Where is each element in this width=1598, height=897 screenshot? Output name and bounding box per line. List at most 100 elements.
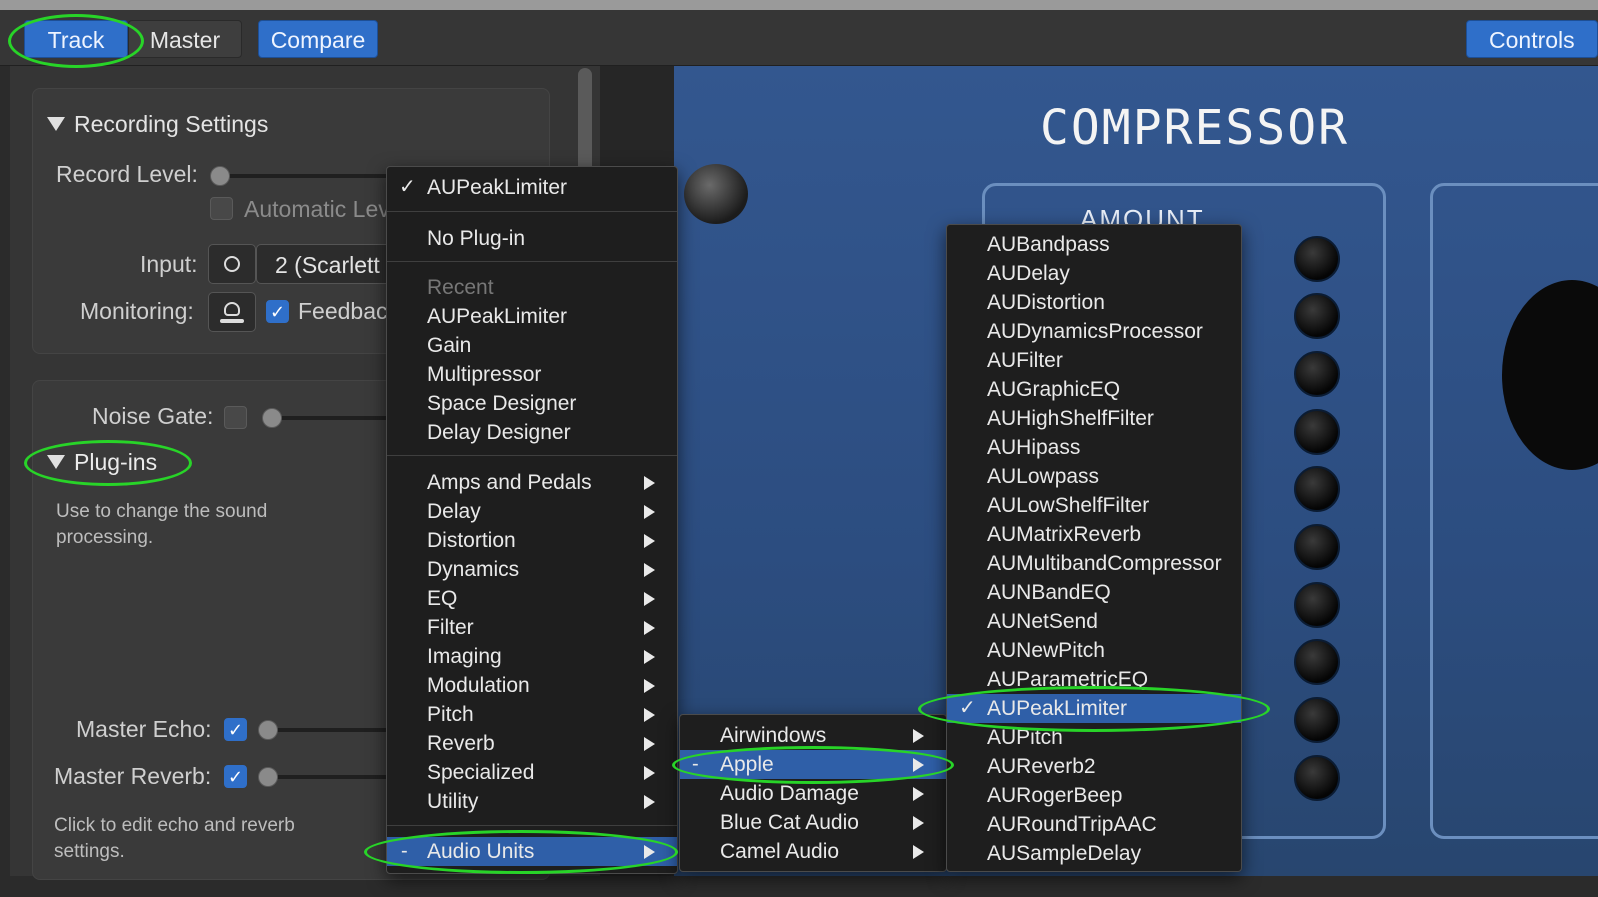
- monitoring-button[interactable]: [208, 292, 256, 332]
- menu-item-plugin[interactable]: AULowShelfFilter: [947, 491, 1241, 520]
- amount-step-10[interactable]: [1294, 755, 1340, 801]
- menu-item-recent[interactable]: Space Designer: [387, 389, 677, 418]
- menu-item-current-plugin[interactable]: ✓ AUPeakLimiter: [387, 173, 677, 202]
- compare-button[interactable]: Compare: [258, 20, 378, 58]
- amount-step-5[interactable]: [1294, 466, 1340, 512]
- menu-item-category[interactable]: Amps and Pedals: [387, 468, 677, 497]
- feedback-label: Feedback: [298, 298, 400, 324]
- master-echo-checkbox[interactable]: ✓: [224, 718, 247, 741]
- disclosure-triangle-icon[interactable]: [47, 117, 65, 131]
- menu-item-plugin[interactable]: AURoundTripAAC: [947, 810, 1241, 839]
- menu-item-category[interactable]: Filter: [387, 613, 677, 642]
- record-level-slider[interactable]: [210, 166, 230, 186]
- submenu-arrow-icon: [644, 534, 655, 548]
- menu-item-plugin[interactable]: AUDelay: [947, 259, 1241, 288]
- echo-help-text: Click to edit echo and reverb settings.: [54, 815, 295, 862]
- checkmark-icon: ✓: [399, 176, 416, 198]
- monitoring-label: Monitoring:: [80, 298, 194, 324]
- menu-item-plugin[interactable]: AUNewPitch: [947, 636, 1241, 665]
- submenu-arrow-icon: [913, 816, 924, 830]
- master-echo-slider[interactable]: [258, 720, 278, 740]
- menu-item-plugin[interactable]: AUHighShelfFilter: [947, 404, 1241, 433]
- menu-item-plugin[interactable]: AUFilter: [947, 346, 1241, 375]
- input-select[interactable]: 2 (Scarlett: [256, 244, 396, 284]
- recent-header: Recent: [427, 276, 494, 299]
- menu-item-plugin[interactable]: AUBandpass: [947, 230, 1241, 259]
- menu-item-plugin[interactable]: AUReverb2: [947, 752, 1241, 781]
- menu-item-recent[interactable]: Gain: [387, 331, 677, 360]
- recording-settings-heading: Recording Settings: [74, 111, 269, 137]
- noise-gate-checkbox[interactable]: [224, 406, 247, 429]
- master-reverb-slider[interactable]: [258, 767, 278, 787]
- menu-item-category[interactable]: Delay: [387, 497, 677, 526]
- menu-item-plugin[interactable]: AUDynamicsProcessor: [947, 317, 1241, 346]
- amount-step-8[interactable]: [1294, 639, 1340, 685]
- amount-step-4[interactable]: [1294, 409, 1340, 455]
- master-echo-track: [268, 728, 390, 732]
- menu-item-category[interactable]: Imaging: [387, 642, 677, 671]
- panel-scrollbar[interactable]: [578, 68, 592, 178]
- amount-step-2[interactable]: [1294, 293, 1340, 339]
- menu-item-plugin[interactable]: AUHipass: [947, 433, 1241, 462]
- screw-icon: [684, 164, 748, 224]
- submenu-arrow-icon: [644, 708, 655, 722]
- menu-item-recent[interactable]: AUPeakLimiter: [387, 302, 677, 331]
- microphone-base-icon: [220, 319, 244, 323]
- record-level-label: Record Level:: [56, 161, 198, 187]
- menu-item-category[interactable]: EQ: [387, 584, 677, 613]
- menu-item-plugin[interactable]: AUSampleDelay: [947, 839, 1241, 868]
- amount-step-1[interactable]: [1294, 236, 1340, 282]
- menu-item-category[interactable]: Dynamics: [387, 555, 677, 584]
- menu-item-category[interactable]: Distortion: [387, 526, 677, 555]
- menu-item-category[interactable]: Utility: [387, 787, 677, 816]
- master-tab[interactable]: Master: [128, 20, 242, 58]
- menu-item-plugin[interactable]: AUMatrixReverb: [947, 520, 1241, 549]
- menu-item-category[interactable]: Specialized: [387, 758, 677, 787]
- automatic-level-checkbox[interactable]: [210, 197, 233, 220]
- menu-item-recent[interactable]: Multipressor: [387, 360, 677, 389]
- microphone-icon: [224, 302, 240, 316]
- menu-item-manufacturer[interactable]: Blue Cat Audio: [680, 808, 946, 837]
- controls-button[interactable]: Controls: [1466, 20, 1598, 58]
- amount-step-7[interactable]: [1294, 582, 1340, 628]
- master-reverb-track: [268, 775, 390, 779]
- menu-item-category[interactable]: Reverb: [387, 729, 677, 758]
- submenu-arrow-icon: [913, 845, 924, 859]
- menu-separator: [387, 211, 677, 212]
- noise-gate-slider[interactable]: [262, 408, 282, 428]
- input-mode-button[interactable]: [208, 244, 256, 284]
- annotation-ring-aupeaklimiter: [918, 686, 1270, 732]
- amount-step-3[interactable]: [1294, 351, 1340, 397]
- menu-item-manufacturer[interactable]: Camel Audio: [680, 837, 946, 866]
- annotation-ring-plugins: [24, 440, 192, 486]
- amount-step-6[interactable]: [1294, 524, 1340, 570]
- menu-item-recent[interactable]: Delay Designer: [387, 418, 677, 447]
- master-echo-label: Master Echo:: [76, 716, 212, 742]
- apple-plugins-submenu: AUBandpass AUDelay AUDistortion AUDynami…: [946, 224, 1242, 872]
- automatic-level-label: Automatic Level: [244, 196, 408, 222]
- submenu-arrow-icon: [644, 679, 655, 693]
- submenu-arrow-icon: [644, 592, 655, 606]
- menu-item-category[interactable]: Pitch: [387, 700, 677, 729]
- menu-separator: [387, 825, 677, 826]
- amount-step-9[interactable]: [1294, 697, 1340, 743]
- menu-item-plugin[interactable]: AUMultibandCompressor: [947, 549, 1241, 578]
- manufacturer-submenu: Airwindows - Apple Audio Damage Blue Cat …: [679, 714, 947, 872]
- menu-item-plugin[interactable]: AUNBandEQ: [947, 578, 1241, 607]
- input-label: Input:: [140, 251, 198, 277]
- feedback-checkbox[interactable]: ✓: [266, 300, 289, 323]
- menu-item-category[interactable]: Modulation: [387, 671, 677, 700]
- toolbar: Track Master Compare Controls: [0, 0, 1598, 66]
- submenu-arrow-icon: [644, 795, 655, 809]
- noise-gate-track: [270, 416, 390, 420]
- master-reverb-checkbox[interactable]: ✓: [224, 765, 247, 788]
- compressor-title: COMPRESSOR: [1040, 100, 1349, 156]
- submenu-arrow-icon: [644, 505, 655, 519]
- menu-item-plugin[interactable]: AURogerBeep: [947, 781, 1241, 810]
- menu-item-plugin[interactable]: AUGraphicEQ: [947, 375, 1241, 404]
- menu-item-plugin[interactable]: AUNetSend: [947, 607, 1241, 636]
- menu-separator: [387, 455, 677, 456]
- menu-item-plugin[interactable]: AUDistortion: [947, 288, 1241, 317]
- menu-item-plugin[interactable]: AULowpass: [947, 462, 1241, 491]
- menu-item-no-plugin[interactable]: No Plug-in: [387, 224, 677, 253]
